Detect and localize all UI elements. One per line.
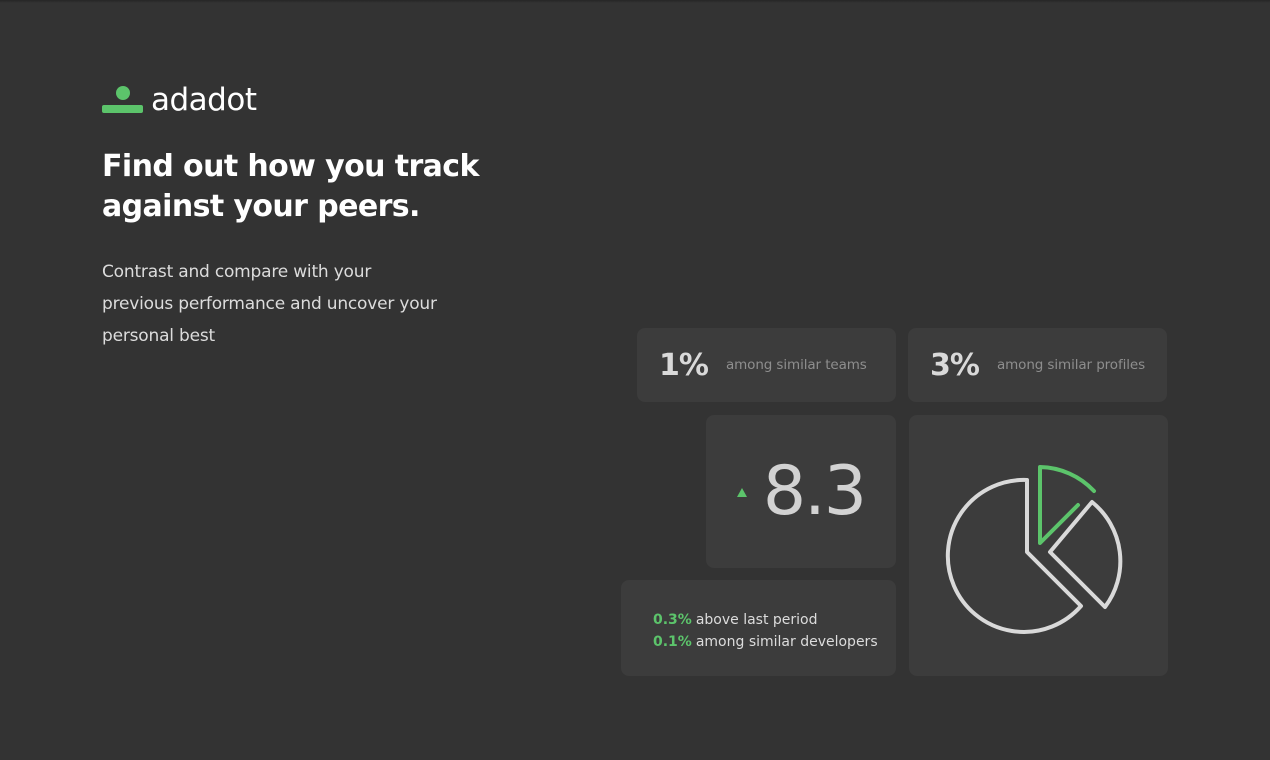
comparison-last-period-label: above last period [695,612,818,628]
comparison-line-developers: 0.1% among similar developers [653,631,896,653]
score-value: 8.3 [762,451,867,531]
score-card: 8.3 [706,415,896,568]
trend-up-icon [736,488,747,497]
adadot-logo-icon [102,84,143,116]
stat-teams-value: 1% [659,347,709,383]
page-subtext: Contrast and compare with your previous … [102,262,437,346]
stat-teams-label: among similar teams [725,357,867,373]
stat-profiles-label: among similar profiles [996,357,1146,373]
top-edge-shadow [0,0,1270,3]
pie-chart-icon [945,465,1123,634]
comparison-card: 0.3% above last period 0.1% among similar … [621,580,896,676]
stat-card-teams: 1% among similar teams [637,328,896,402]
pie-chart-card [909,415,1168,676]
comparison-developers-value: 0.1% [653,634,692,650]
brand-name: adadot [151,82,257,118]
comparison-last-period-value: 0.3% [653,612,692,628]
stat-profiles-value: 3% [930,347,980,383]
brand-logo[interactable]: adadot [102,82,257,118]
page-headline: Find out how you track against your peer… [102,149,479,224]
stat-card-profiles: 3% among similar profiles [908,328,1167,402]
comparison-line-last-period: 0.3% above last period [653,609,896,631]
comparison-developers-label: among similar developers [695,634,878,650]
